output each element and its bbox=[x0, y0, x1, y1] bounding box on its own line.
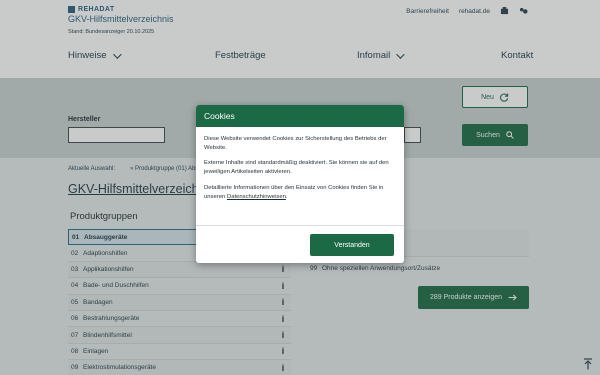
cookie-text-3: Detaillierte Informationen über den Eins… bbox=[204, 184, 396, 202]
cookie-text-3-end: . bbox=[285, 193, 288, 200]
divider bbox=[196, 225, 404, 226]
privacy-link[interactable]: Datenschutzhinweisen bbox=[227, 194, 286, 200]
cookie-dialog: Cookies Diese Website verwendet Cookies … bbox=[196, 105, 404, 263]
cookie-dialog-title: Cookies bbox=[196, 105, 404, 127]
cookie-text-2: Externe Inhalte sind standardmäßig deakt… bbox=[204, 160, 389, 176]
cookie-dialog-body: Diese Website verwendet Cookies zur Sich… bbox=[196, 127, 404, 202]
cookie-text-1: Diese Website verwendet Cookies zur Sich… bbox=[204, 136, 387, 152]
accept-cookies-button[interactable]: Verstanden bbox=[310, 234, 394, 256]
